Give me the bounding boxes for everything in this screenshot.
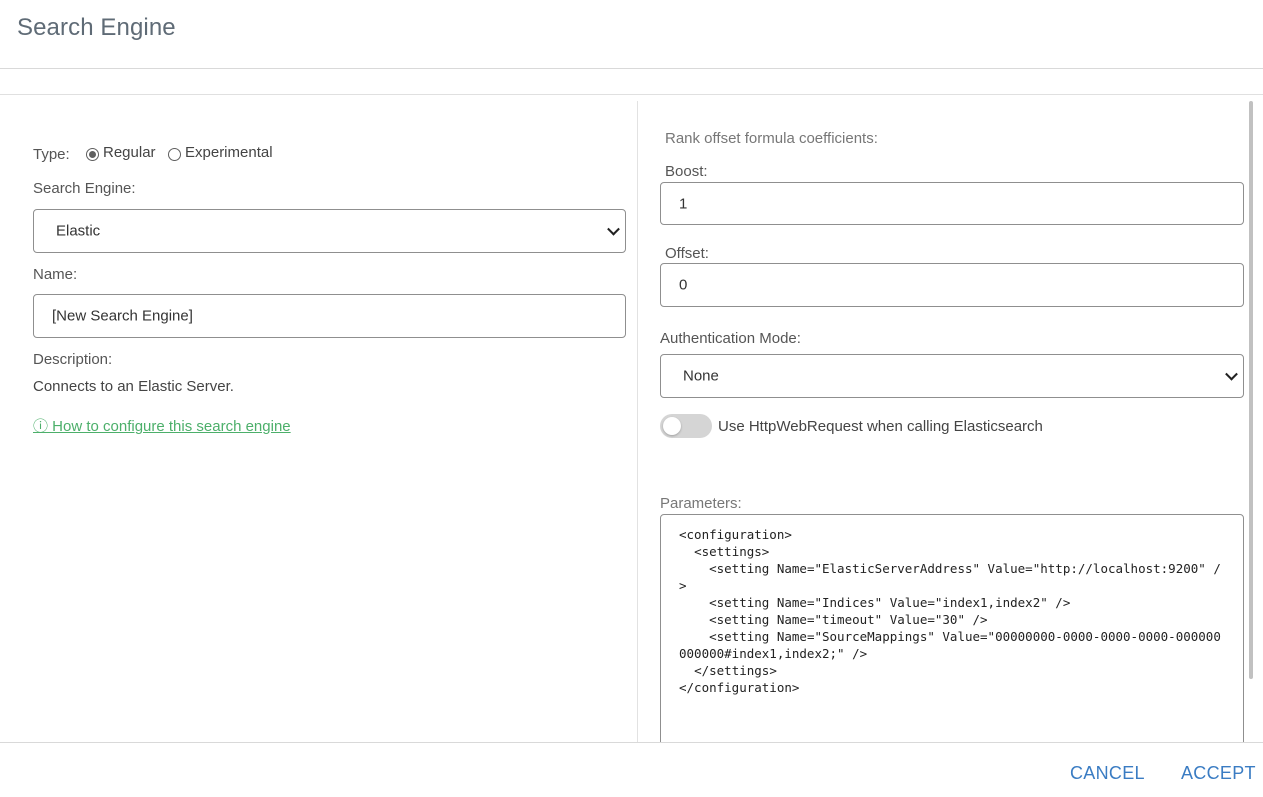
auth-mode-value: None: [683, 367, 719, 385]
type-label: Type:: [33, 146, 70, 163]
rank-offset-label: Rank offset formula coefficients:: [665, 130, 878, 147]
type-experimental-radio[interactable]: [168, 148, 181, 161]
dialog-header: Search Engine: [0, 0, 1263, 69]
cancel-button[interactable]: CANCEL: [1070, 763, 1145, 784]
search-engine-select[interactable]: Elastic: [33, 209, 626, 253]
search-engine-label: Search Engine:: [33, 180, 136, 197]
scrollbar[interactable]: [1249, 101, 1255, 742]
offset-input[interactable]: 0: [660, 263, 1244, 307]
type-regular-label[interactable]: Regular: [103, 144, 156, 161]
type-experimental-label[interactable]: Experimental: [185, 144, 273, 161]
scrollbar-thumb[interactable]: [1249, 101, 1253, 679]
auth-mode-select[interactable]: None: [660, 354, 1244, 398]
general-panel: Type: Regular Experimental Search Engine…: [0, 101, 637, 742]
type-regular-radio[interactable]: [86, 148, 99, 161]
parameters-value: <configuration> <settings> <setting Name…: [679, 527, 1221, 695]
parameters-textarea[interactable]: <configuration> <settings> <setting Name…: [660, 514, 1244, 742]
header-divider: [0, 94, 1263, 95]
httpwebrequest-label: Use HttpWebRequest when calling Elastics…: [718, 418, 1043, 435]
auth-mode-label: Authentication Mode:: [660, 330, 801, 347]
httpwebrequest-toggle[interactable]: [660, 414, 712, 438]
boost-input[interactable]: 1: [660, 182, 1244, 225]
dialog-footer: CANCEL ACCEPT: [0, 742, 1263, 797]
name-value: [New Search Engine]: [52, 307, 193, 325]
chevron-down-icon: [607, 222, 620, 236]
parameters-label: Parameters:: [660, 495, 742, 512]
offset-value: 0: [679, 276, 688, 294]
toggle-knob: [663, 417, 681, 435]
boost-label: Boost:: [665, 163, 708, 180]
name-label: Name:: [33, 266, 78, 283]
boost-value: 1: [679, 195, 688, 212]
dialog-title: Search Engine: [17, 14, 176, 41]
chevron-down-icon: [1225, 367, 1238, 381]
search-engine-value: Elastic: [56, 222, 101, 240]
offset-label: Offset:: [665, 245, 709, 262]
accept-button[interactable]: ACCEPT: [1181, 763, 1256, 784]
settings-panel: Rank offset formula coefficients: Boost:…: [638, 101, 1250, 742]
description-text: Connects to an Elastic Server.: [33, 378, 234, 395]
help-link[interactable]: ⓘ How to configure this search engine: [33, 415, 291, 436]
name-input[interactable]: [New Search Engine]: [33, 294, 626, 338]
description-label: Description:: [33, 351, 113, 368]
